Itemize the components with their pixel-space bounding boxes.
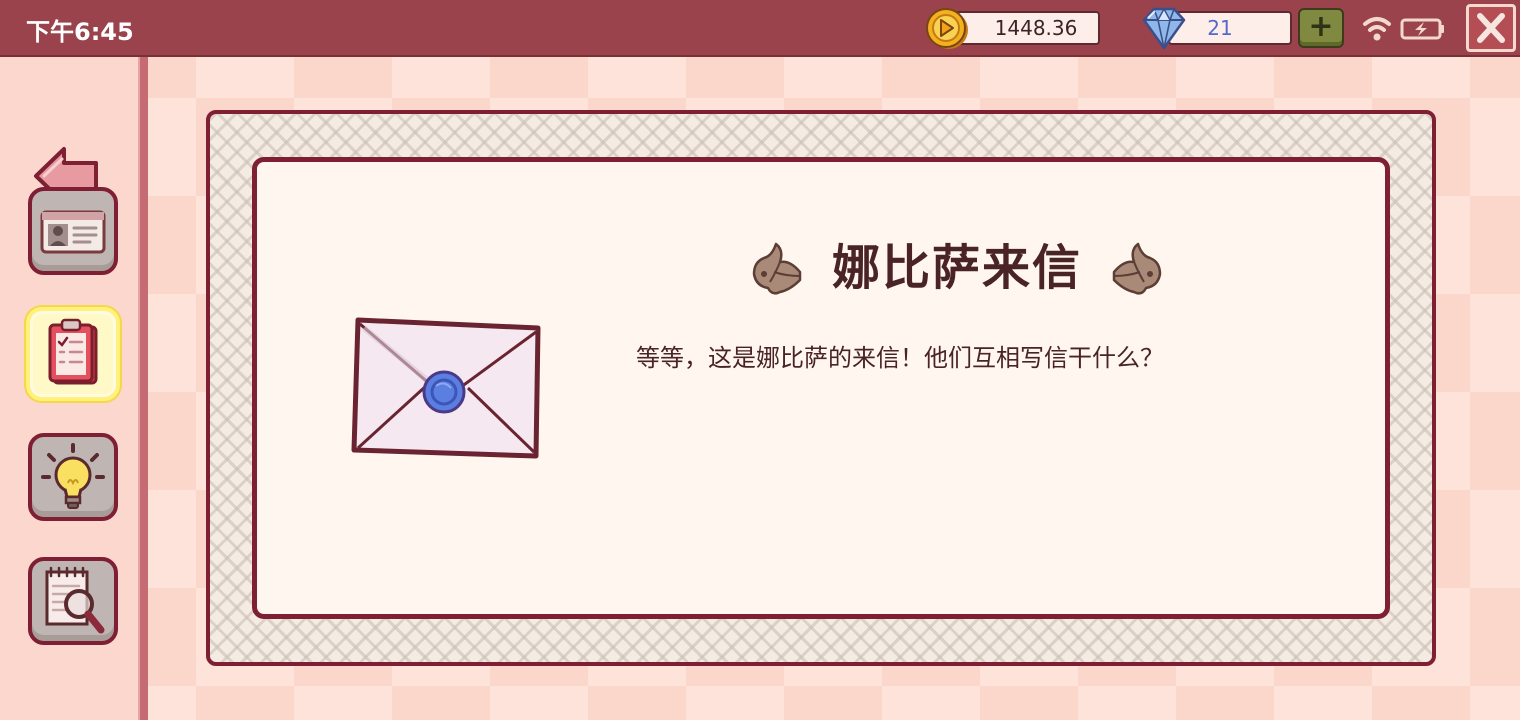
top-bar: 下午6:45 1448.36 21 + (0, 0, 1520, 57)
clipboard-checklist-icon (48, 318, 98, 385)
wifi-icon (1363, 17, 1391, 41)
add-gems-button[interactable]: + (1298, 8, 1344, 48)
lightbulb-icon (41, 443, 105, 509)
dialog-title: 娜比萨来信 (831, 240, 1082, 296)
dialog-title-row: 娜比萨来信 (750, 236, 1164, 302)
fleur-ornament-icon (1112, 242, 1162, 295)
close-button[interactable] (1466, 4, 1516, 52)
clock: 下午6:45 (26, 18, 134, 46)
sidebar-item-hint[interactable] (28, 433, 118, 521)
sidebar (0, 57, 148, 720)
notepad-magnifier-icon (45, 566, 105, 634)
sidebar-item-profile[interactable] (28, 187, 118, 275)
battery-charging-icon (1400, 18, 1444, 40)
coin-balance: 1448.36 (954, 11, 1100, 45)
fleur-ornament-icon (752, 242, 802, 295)
sidebar-item-tasks[interactable] (26, 307, 120, 401)
close-icon (1477, 13, 1505, 43)
sealed-envelope-icon (351, 317, 541, 459)
diamond-icon (1142, 7, 1186, 50)
sidebar-item-investigate[interactable] (28, 557, 118, 645)
id-card-icon (40, 210, 106, 254)
dialog-message: 等等，这是娜比萨的来信！他们互相写信干什么？ (636, 344, 1164, 372)
coin-icon (926, 8, 968, 49)
